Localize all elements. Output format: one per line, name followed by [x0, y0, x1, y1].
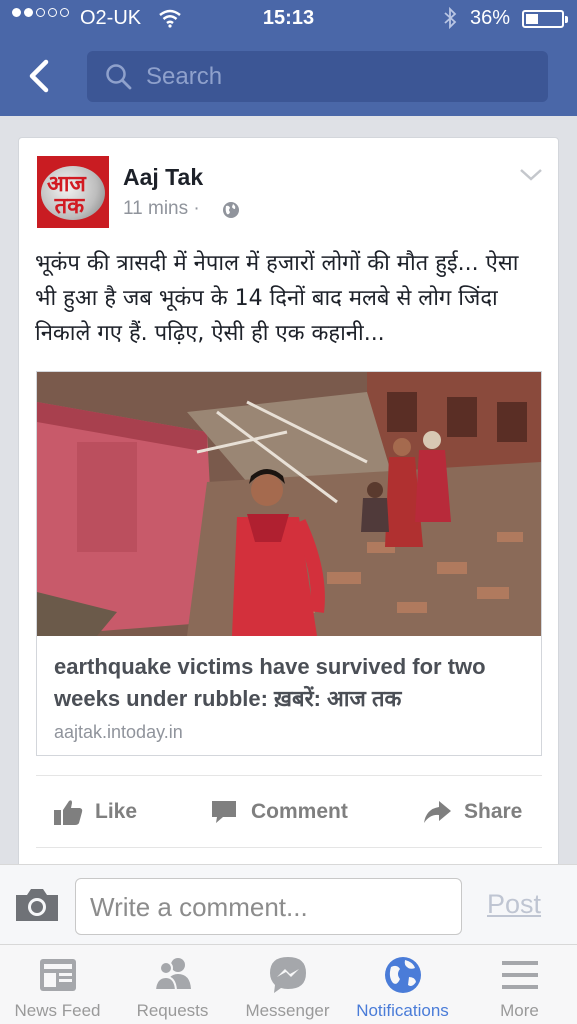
link-title[interactable]: earthquake victims have survived for two…: [54, 651, 534, 715]
share-button[interactable]: Share: [422, 798, 522, 826]
post-text: भूकंप की त्रासदी में नेपाल में हजारों लो…: [35, 251, 519, 346]
divider: [36, 847, 542, 848]
link-image[interactable]: [37, 372, 541, 636]
camera-icon[interactable]: [14, 887, 60, 923]
menu-icon: [501, 961, 538, 989]
battery-level: [526, 14, 539, 24]
avatar-logo-text: आज तक: [47, 172, 86, 219]
comment-label: Comment: [251, 800, 348, 823]
header: O2-UK 15:13 36% Search: [0, 0, 577, 116]
comment-placeholder: Write a comment...: [90, 892, 308, 922]
chevron-down-icon[interactable]: [519, 168, 543, 182]
comment-button[interactable]: Comment: [209, 798, 348, 826]
news-feed-icon: [39, 959, 76, 991]
tab-label: Messenger: [245, 1001, 330, 1020]
thumbs-up-icon: [54, 800, 83, 825]
share-arrow-icon: [424, 801, 451, 823]
friends-icon: [153, 958, 191, 991]
link-preview[interactable]: earthquake victims have survived for two…: [36, 371, 542, 756]
tab-messenger[interactable]: Messenger: [230, 945, 345, 1024]
tab-notifications[interactable]: Notifications: [345, 945, 460, 1024]
tab-more[interactable]: More: [462, 945, 577, 1024]
tab-label: More: [500, 1001, 539, 1020]
like-button[interactable]: Like: [53, 798, 137, 826]
avatar[interactable]: आज तक: [37, 156, 109, 228]
search-icon: [106, 64, 132, 90]
like-label: Like: [95, 800, 138, 823]
tab-label: Requests: [136, 1001, 209, 1020]
back-arrow-icon[interactable]: [24, 58, 54, 94]
globe-icon: [384, 957, 421, 993]
divider: [36, 775, 542, 776]
tab-bar: News Feed Requests Messenger Notificatio…: [0, 944, 577, 1024]
tab-news-feed[interactable]: News Feed: [0, 945, 115, 1024]
battery-icon: [522, 10, 568, 28]
tab-label: Notifications: [356, 1001, 449, 1020]
battery-percent: 36%: [470, 7, 511, 29]
bluetooth-icon: [444, 6, 457, 30]
share-label: Share: [464, 800, 523, 823]
post-button[interactable]: Post: [487, 889, 541, 920]
comment-bar: Write a comment... Post: [0, 864, 577, 944]
post-author[interactable]: Aaj Tak: [123, 164, 203, 191]
public-globe-icon: [223, 202, 239, 218]
post-card: आज तक Aaj Tak 11 mins · भूकंप की त्रासदी…: [18, 137, 559, 897]
tab-requests[interactable]: Requests: [115, 945, 230, 1024]
tab-label: News Feed: [14, 1001, 101, 1020]
messenger-icon: [269, 957, 306, 993]
earthquake-rubble-photo: [37, 372, 541, 636]
search-placeholder: Search: [146, 63, 223, 90]
post-timestamp[interactable]: 11 mins ·: [123, 198, 200, 220]
status-bar: O2-UK 15:13 36%: [0, 0, 577, 38]
comment-bubble-icon: [212, 801, 236, 823]
comment-input[interactable]: Write a comment...: [75, 878, 462, 935]
link-domain: aajtak.intoday.in: [54, 722, 183, 742]
search-input[interactable]: Search: [87, 51, 548, 102]
